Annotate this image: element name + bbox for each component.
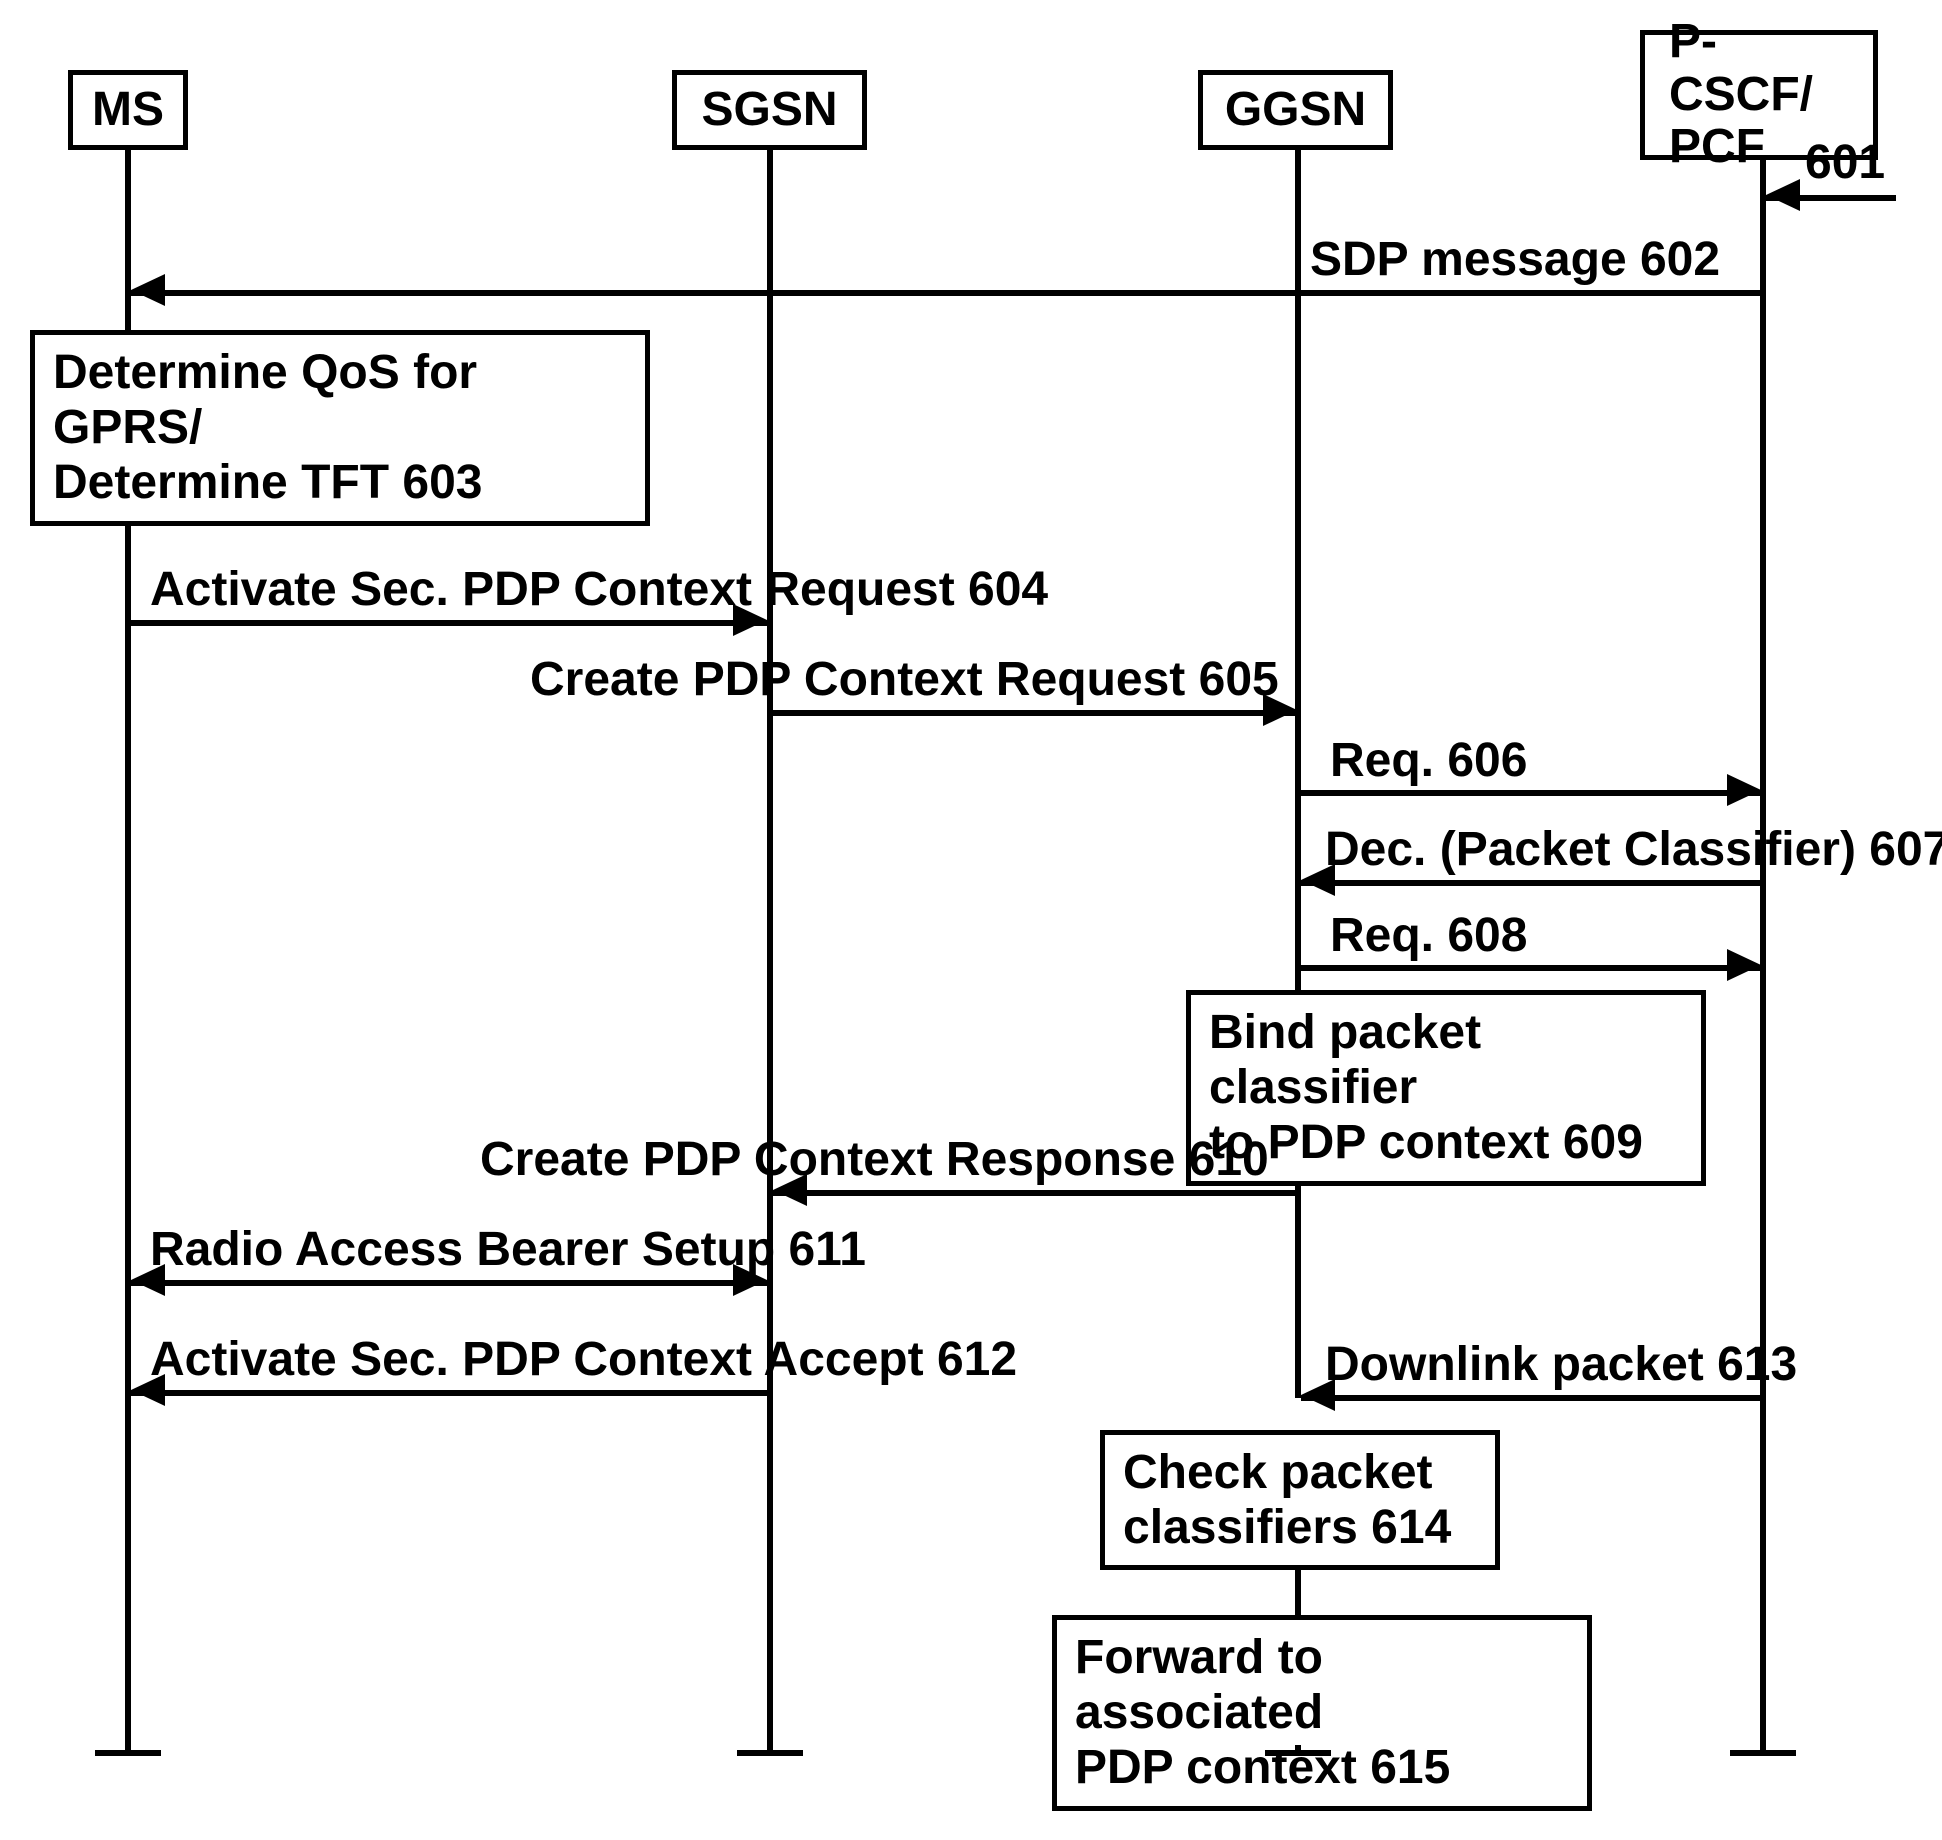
msg-602 [131, 290, 1766, 296]
msg-613 [1301, 1395, 1761, 1401]
msg-602-label: SDP message 602 [1310, 232, 1720, 287]
msg-604 [131, 620, 767, 626]
msg-610 [773, 1190, 1297, 1196]
msg-611-label: Radio Access Bearer Setup 611 [150, 1222, 866, 1277]
lifeline-sgsn [767, 150, 773, 1750]
msg-605 [773, 710, 1297, 716]
msg-608-label: Req. 608 [1330, 908, 1527, 963]
msg-607 [1301, 880, 1761, 886]
msg-610-label: Create PDP Context Response 610 [480, 1132, 1269, 1187]
connector-614-615 [1295, 1570, 1301, 1620]
lifeline-foot-sgsn [737, 1750, 803, 1756]
participant-sgsn: SGSN [672, 70, 867, 150]
participant-ggsn-label: GGSN [1225, 84, 1366, 137]
note-615-text: Forward to associated PDP context 615 [1075, 1631, 1450, 1794]
note-609-text: Bind packet classifier to PDP context 60… [1209, 1006, 1643, 1169]
participant-ggsn: GGSN [1198, 70, 1393, 150]
note-615: Forward to associated PDP context 615 [1052, 1615, 1592, 1811]
participant-ms-label: MS [92, 84, 164, 137]
note-603: Determine QoS for GPRS/ Determine TFT 60… [30, 330, 650, 526]
msg-612-label: Activate Sec. PDP Context Accept 612 [150, 1332, 1017, 1387]
external-msg-601-arrow [1766, 179, 1800, 211]
participant-ms: MS [68, 70, 188, 150]
lifeline-foot-pcscf [1730, 1750, 1796, 1756]
external-msg-601-label: 601 [1805, 135, 1885, 190]
msg-606 [1301, 790, 1761, 796]
msg-607-label: Dec. (Packet Classifier) 607 [1325, 822, 1942, 877]
note-614-text: Check packet classifiers 614 [1123, 1446, 1451, 1554]
participant-sgsn-label: SGSN [701, 84, 837, 137]
msg-605-label: Create PDP Context Request 605 [530, 652, 1279, 707]
msg-611 [131, 1280, 767, 1286]
sequence-diagram: MS SGSN GGSN P-CSCF/ PCF 601 SDP message… [0, 0, 1942, 1840]
msg-604-label: Activate Sec. PDP Context Request 604 [150, 562, 1048, 617]
msg-608-arrow [1727, 949, 1761, 981]
msg-608 [1301, 965, 1761, 971]
note-614: Check packet classifiers 614 [1100, 1430, 1500, 1570]
msg-606-label: Req. 606 [1330, 733, 1527, 788]
msg-613-label: Downlink packet 613 [1325, 1337, 1797, 1392]
msg-606-arrow [1727, 774, 1761, 806]
msg-612 [131, 1390, 767, 1396]
note-603-text: Determine QoS for GPRS/ Determine TFT 60… [53, 346, 482, 509]
lifeline-foot-ms [95, 1750, 161, 1756]
lifeline-ggsn-tail [1295, 1745, 1301, 1755]
msg-602-arrow [131, 274, 165, 306]
lifeline-ggsn [1295, 150, 1301, 1398]
